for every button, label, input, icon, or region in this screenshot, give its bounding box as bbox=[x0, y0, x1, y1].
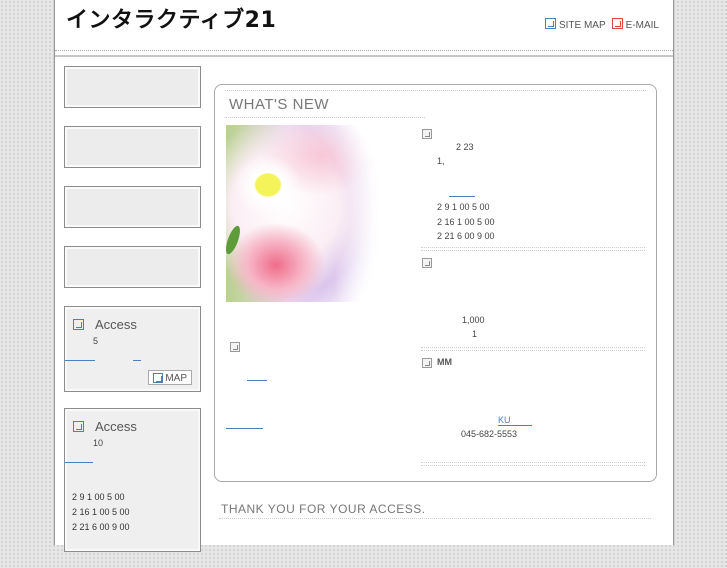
news-link[interactable] bbox=[449, 196, 475, 197]
hours-line: 2 21 6 00 9 00 bbox=[72, 522, 130, 532]
divider bbox=[421, 250, 645, 251]
hours-line: 2 9 1 00 5 00 bbox=[72, 492, 125, 502]
sitemap-link[interactable]: SITE MAP bbox=[544, 18, 606, 31]
news-text: 1, bbox=[437, 156, 445, 166]
news-text: 2 23 bbox=[456, 142, 474, 152]
divider bbox=[421, 347, 645, 348]
sidebar-button-4[interactable] bbox=[64, 246, 201, 288]
arrow-icon bbox=[544, 18, 556, 29]
link-underline bbox=[498, 425, 532, 426]
news-heading: MM bbox=[437, 357, 452, 367]
hours-list: 2 9 1 00 5 00 2 16 1 00 5 00 2 21 6 00 9… bbox=[437, 200, 495, 244]
access-text: 5 bbox=[93, 336, 99, 346]
arrow-icon bbox=[422, 358, 432, 368]
hours-line: 2 21 6 00 9 00 bbox=[437, 231, 495, 241]
page: インタラクティブ21 SITE MAP E-MAIL Access 5 MAP … bbox=[54, 0, 674, 552]
top-nav: SITE MAP E-MAIL bbox=[544, 18, 659, 31]
flower-image bbox=[226, 125, 381, 302]
access-link-1[interactable] bbox=[65, 360, 95, 361]
divider bbox=[219, 518, 651, 519]
news-text: 1 bbox=[472, 329, 478, 339]
access-link-2[interactable] bbox=[133, 360, 141, 361]
whats-new-panel: WHAT'S NEW 2 23 1, 2 9 1 00 5 00 2 16 1 … bbox=[214, 84, 657, 482]
divider bbox=[225, 90, 646, 91]
map-button[interactable]: MAP bbox=[148, 370, 192, 385]
arrow-icon bbox=[73, 421, 84, 432]
access-title: Access bbox=[65, 409, 200, 434]
divider bbox=[225, 117, 425, 118]
access-text: 10 bbox=[93, 438, 104, 448]
sidebar-button-2[interactable] bbox=[64, 126, 201, 168]
arrow-icon bbox=[422, 129, 432, 139]
access-links bbox=[65, 352, 200, 362]
news-link[interactable] bbox=[247, 380, 267, 381]
sidebar: Access 5 MAP Access 10 2 9 1 00 5 00 2 1… bbox=[64, 66, 201, 568]
sidebar-button-3[interactable] bbox=[64, 186, 201, 228]
news-link[interactable] bbox=[226, 428, 263, 429]
arrow-icon bbox=[422, 258, 432, 268]
hours-line: 2 9 1 00 5 00 bbox=[437, 202, 490, 212]
hours-line: 2 16 1 00 5 00 bbox=[72, 507, 130, 517]
arrow-icon bbox=[153, 373, 163, 383]
thanks-message: THANK YOU FOR YOUR ACCESS. bbox=[221, 502, 426, 516]
header-divider bbox=[55, 50, 673, 57]
phone-number: 045-682-5553 bbox=[461, 429, 518, 439]
whats-new-title: WHAT'S NEW bbox=[229, 96, 330, 113]
email-link[interactable]: E-MAIL bbox=[611, 18, 659, 31]
divider bbox=[421, 465, 645, 466]
access-link-1[interactable] bbox=[65, 462, 93, 463]
news-text: 1,000 bbox=[462, 315, 485, 325]
divider bbox=[421, 247, 645, 248]
arrow-icon bbox=[611, 18, 623, 29]
header: インタラクティブ21 SITE MAP E-MAIL bbox=[55, 0, 673, 57]
email-label: E-MAIL bbox=[625, 20, 659, 31]
news-link[interactable]: KU bbox=[498, 415, 511, 425]
leaf-shape bbox=[226, 224, 243, 256]
arrow-icon bbox=[230, 342, 240, 352]
hours-line: 2 16 1 00 5 00 bbox=[437, 216, 495, 227]
hours-list: 2 9 1 00 5 00 2 16 1 00 5 00 2 21 6 00 9… bbox=[65, 490, 200, 535]
sidebar-button-1[interactable] bbox=[64, 66, 201, 108]
divider bbox=[421, 462, 645, 463]
divider bbox=[421, 350, 645, 351]
arrow-icon bbox=[73, 319, 84, 330]
access-box-2: Access 10 2 9 1 00 5 00 2 16 1 00 5 00 2… bbox=[64, 408, 201, 552]
site-title[interactable]: インタラクティブ21 bbox=[66, 2, 276, 34]
sitemap-label: SITE MAP bbox=[558, 20, 606, 31]
access-box-1: Access 5 MAP bbox=[64, 306, 201, 392]
access-title: Access bbox=[65, 307, 200, 332]
access-links bbox=[65, 454, 200, 464]
